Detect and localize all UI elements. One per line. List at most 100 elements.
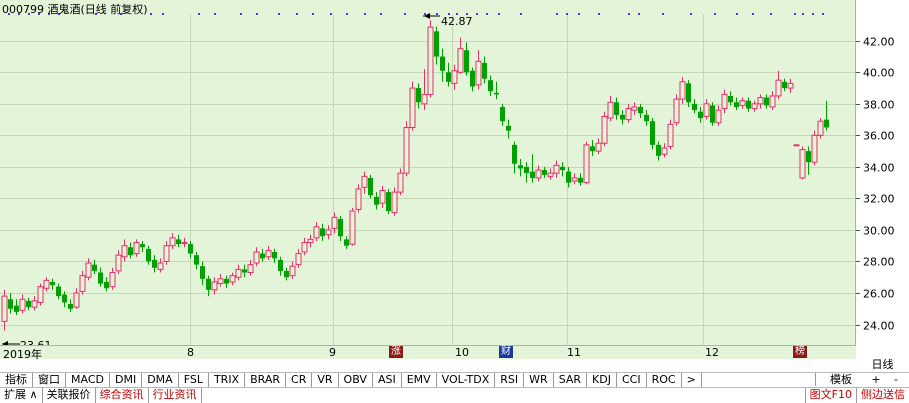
indicator-tab-trix[interactable]: TRIX [209,373,246,387]
candle-body-up [817,120,824,136]
indicator-tab-asi[interactable]: ASI [373,373,402,387]
finance-badge[interactable]: 财 [499,346,513,358]
candle-body-up [79,275,86,292]
signal-dot [214,13,216,15]
indicator-tab-kdj[interactable]: KDJ [587,373,617,387]
candle-body-down [188,244,193,254]
indicator-tab-cr[interactable]: CR [286,373,313,387]
candle-body-up [457,48,464,73]
candle-body-down [140,244,145,248]
indicator-tab-cci[interactable]: CCI [617,373,647,387]
stock-name: 酒鬼酒 [47,3,81,16]
signal-dot [598,13,600,15]
candle-body-up [607,101,614,119]
f10-button[interactable]: 图文F10 [804,388,857,403]
indicator-tab-rsi[interactable]: RSI [495,373,525,387]
signal-dot [628,13,630,15]
period-selector[interactable]: 日线 [856,358,909,372]
candle-body-down [56,286,61,297]
candle-body-up [133,242,140,255]
indicator-tab-[interactable]: > [682,373,702,387]
candle-body-up [571,177,578,182]
candle-body-down [206,278,211,290]
rank-badge[interactable]: 榜 [793,346,807,358]
y-tick-label: 36.00 [863,130,895,143]
signal-dot [278,13,280,15]
indicator-tab-[interactable]: 窗口 [33,373,66,387]
candle-body-down [440,56,445,71]
signal-dot [752,13,754,15]
chevron-up-icon: ∧ [29,388,38,401]
candle-body-up [19,298,26,311]
candle-body-down [68,304,73,309]
expand-label: 扩展 [4,388,26,401]
candle-body-up [451,70,458,84]
signal-dot [638,13,640,15]
candle-body-down [542,170,547,175]
indicator-tab-voltdx[interactable]: VOL-TDX [437,373,496,387]
zoom-out-button[interactable]: - [886,373,906,386]
indicator-tab-sar[interactable]: SAR [554,373,588,387]
candle-body-up [739,100,746,106]
candle-body-down [152,259,157,268]
template-button[interactable]: 模板 [815,373,866,386]
chart-area[interactable]: 42.87 23.61 000799 酒鬼酒(日线 前复权) [0,0,856,358]
candle-body-down [200,266,205,279]
signal-dot [802,13,804,15]
candle-body-down [566,171,571,183]
indicator-tab-dma[interactable]: DMA [142,373,179,387]
signal-dot [566,13,568,15]
indicator-tab-[interactable]: 指标 [0,373,33,387]
candle-body-up [475,60,482,86]
candle-body-up [661,147,668,155]
y-tick-label: 32.00 [863,193,895,206]
candle-body-down [128,247,133,256]
related-quotes-tab[interactable]: 关联报价 [43,388,96,403]
news-tab[interactable]: 综合资讯 [96,388,149,403]
industry-news-tab[interactable]: 行业资讯 [149,388,202,403]
candle-body-up [679,81,686,100]
indicator-tab-macd[interactable]: MACD [66,373,110,387]
signal-dot [256,13,258,15]
indicator-tab-brar[interactable]: BRAR [245,373,287,387]
signal-dot [736,13,738,15]
candle-body-down [488,80,493,92]
signal-dot [556,13,558,15]
signal-dot [476,13,478,15]
candle-body-up [163,245,170,262]
candle-body-down [530,171,535,178]
candle-body-up [757,97,764,105]
candle-body-down [176,239,181,245]
signal-dot [770,13,772,15]
candle-body-up [769,95,776,108]
indicator-tab-fsl[interactable]: FSL [179,373,209,387]
candlestick-chart[interactable]: 42.87 23.61 [0,0,856,358]
candle-body-down [614,102,619,115]
candle-body-down [374,196,379,205]
candle-body-up [631,106,638,111]
candle-body-down [524,166,529,174]
indicator-tab-wr[interactable]: WR [524,373,554,387]
month-label-10: 10 [455,346,469,359]
candle-body-down [104,281,109,289]
signal-dot [436,13,438,15]
candle-body-up [109,271,116,288]
candle-body-up [751,103,758,110]
side-message-button[interactable]: 侧边送信 [857,388,909,403]
indicator-tab-obv[interactable]: OBV [339,373,373,387]
candle-body-up [379,190,386,204]
candle-body-down [416,88,421,103]
candle-body-down [344,239,349,246]
signal-dot [380,13,382,15]
indicator-tabs: 指标 窗口 MACD DMI DMA FSL TRIX BRAR CR VR OBV ASI EMV VO… [0,372,909,387]
indicator-tab-vr[interactable]: VR [312,373,339,387]
indicator-tab-emv[interactable]: EMV [402,373,437,387]
indicator-tab-roc[interactable]: ROC [647,373,682,387]
y-tick-label: 42.00 [863,36,895,49]
candle-body-up [799,149,806,179]
expand-button[interactable]: 扩展 ∧ [0,388,43,403]
status-bar: 扩展 ∧ 关联报价 综合资讯 行业资讯 图文F10 侧边送信 [0,387,909,403]
zoom-in-button[interactable]: + [866,373,886,386]
rise-badge[interactable]: 涨 [389,346,403,358]
indicator-tab-dmi[interactable]: DMI [110,373,143,387]
